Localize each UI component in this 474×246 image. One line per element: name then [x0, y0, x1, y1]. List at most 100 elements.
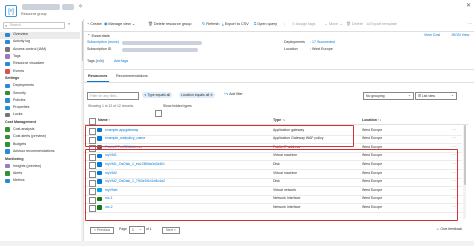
sidebar-item-cost-alerts-preview[interactable]: Cost alerts (preview) [0, 134, 80, 141]
sidebar-item-policies[interactable]: Policies [0, 98, 80, 105]
delete-resource-group-button[interactable]: 🗑 Delete resource group [148, 22, 191, 27]
advisor-icon [5, 149, 10, 154]
column-header-location[interactable]: Location ↑↓ [362, 118, 382, 123]
sidebar-item-label: Activity log [13, 39, 31, 44]
view-cost-link[interactable]: View Cost [424, 33, 440, 38]
grouping-dropdown[interactable]: No grouping ⌄ [363, 92, 414, 100]
budgets-icon [5, 142, 10, 147]
row-more-icon[interactable]: ··· [452, 136, 456, 140]
feedback-icon: ☺ [436, 227, 440, 231]
collapse-sidebar-icon[interactable]: « [68, 22, 70, 26]
manage-view-button[interactable]: ◉ Manage view ⌄ [104, 22, 135, 27]
refresh-button[interactable]: ↻ Refresh [202, 22, 220, 27]
sidebar-item-properties[interactable]: Properties [0, 105, 80, 112]
create-button[interactable]: + Create [87, 22, 102, 27]
delete-button[interactable]: 🗑 Delete [346, 22, 363, 27]
sidebar-item-label: Policies [13, 97, 26, 102]
deployments-value[interactable]: : 17 Succeeded [310, 40, 335, 45]
sidebar-item-overview[interactable]: Overview [0, 32, 80, 39]
essentials-toggle[interactable]: ⌃ Essentials [87, 34, 110, 38]
previous-button[interactable]: < Previous [90, 227, 115, 235]
divider-bar: | [284, 22, 285, 26]
visualizer-icon [5, 61, 10, 67]
sidebar-item-insights-preview[interactable]: Insights (preview) [0, 163, 80, 170]
refresh-icon: ↻ [202, 22, 206, 26]
select-all-checkbox[interactable] [89, 117, 96, 125]
close-icon[interactable]: ✕ [466, 3, 471, 9]
sidebar-item-label: Events [13, 68, 24, 73]
add-tags-link[interactable]: Add tags [114, 59, 128, 64]
sidebar-item-activity-log[interactable]: Activity log [0, 39, 80, 46]
type-filter-pill[interactable]: ⋎ Type equals all [142, 92, 172, 99]
sidebar-item-access-control-iam[interactable]: Access control (IAM) [0, 47, 80, 54]
sidebar-item-label: Cost analysis [13, 127, 35, 132]
cost-analysis-icon [5, 127, 10, 132]
page-selector[interactable]: 1 ⌄ [129, 226, 145, 234]
metrics-icon [5, 178, 10, 183]
resource-location: West Europe [362, 136, 383, 141]
pin-icon[interactable]: ✧ [78, 4, 83, 10]
chevron-down-icon: ⌄ [408, 93, 411, 97]
download-icon: ⤓ [222, 22, 224, 26]
give-feedback-link[interactable]: ☺ Give feedback [436, 227, 462, 231]
next-button[interactable]: Next > [162, 227, 180, 235]
policies-icon [5, 98, 10, 103]
open-query-button[interactable]: ⌗ Open query [254, 22, 277, 27]
tab-resources[interactable]: Resources [88, 74, 107, 79]
sidebar-item-resource-visualizer[interactable]: Resource visualizer [0, 61, 80, 68]
sidebar-item-deployments[interactable]: Deployments [0, 83, 80, 90]
subscription-name[interactable] [122, 41, 202, 45]
more-commands-icon[interactable]: ··· [468, 22, 472, 26]
sidebar-scrollbar[interactable] [81, 21, 83, 241]
sidebar-item-metrics[interactable]: Metrics [0, 178, 80, 185]
sidebar-section-header: Monitoring [5, 156, 24, 161]
export-csv-button[interactable]: ⤓ Export to CSV [222, 22, 249, 27]
row-more-icon[interactable]: ··· [452, 127, 456, 132]
location-label: Location [284, 47, 298, 51]
assign-tags-button[interactable]: ◇ Assign tags [292, 22, 315, 27]
view-dropdown[interactable]: ☰ List view ⌄ [415, 92, 457, 100]
bottom-scrollbar[interactable] [0, 241, 474, 246]
events-icon [5, 69, 10, 74]
location-filter-pill[interactable]: Location equals all ✕ [179, 92, 215, 99]
column-header-name[interactable]: Name ↑ [98, 118, 111, 123]
highlight-box-gateway-resources [85, 125, 354, 147]
add-filter-icon: +⋎ [224, 91, 229, 96]
tags-label: Tags (edit) [87, 59, 104, 63]
sidebar-item-label: Alerts [13, 170, 23, 175]
records-count: Showing 1 to 12 of 12 records. [88, 104, 134, 108]
sidebar-item-label: Deployments [13, 83, 34, 88]
json-view-link[interactable]: JSON View [451, 33, 469, 38]
column-header-type[interactable]: Type ↑↓ [273, 118, 286, 123]
sidebar-item-label: Metrics [13, 178, 25, 183]
sidebar-item-tags[interactable]: Tags [0, 54, 80, 61]
table-scrollbar[interactable] [463, 125, 466, 219]
deployments-label: Deployments [284, 40, 305, 44]
sidebar-item-cost-analysis[interactable]: Cost analysis [0, 127, 80, 134]
sidebar-item-label: Access control (IAM) [13, 46, 47, 51]
filter-input[interactable]: Filter for any field... [87, 92, 139, 100]
sidebar-item-advisor-recommendations[interactable]: Advisor recommendations [0, 149, 80, 156]
sidebar-item-budgets[interactable]: Budgets [0, 142, 80, 149]
export-template-button[interactable]: ⇲ Export template [366, 22, 397, 27]
iam-icon [5, 47, 10, 52]
sidebar-item-label: Security [13, 90, 26, 95]
sidebar-item-security[interactable]: Security [0, 90, 80, 97]
move-button[interactable]: → Move ⌄ [324, 22, 342, 27]
sidebar-item-locks[interactable]: Locks [0, 112, 80, 119]
add-filter-button[interactable]: +⋎ Add filter [224, 91, 243, 96]
subscription-id-label: Subscription ID [87, 47, 112, 51]
properties-icon [5, 105, 10, 110]
sidebar-item-label: Advisor recommendations [13, 148, 55, 153]
chevron-down-icon: ⌄ [451, 93, 454, 97]
sidebar-item-alerts[interactable]: Alerts [0, 171, 80, 178]
sidebar-search-input[interactable]: ⌕ Search [3, 22, 65, 29]
cost-alerts-icon [5, 134, 10, 140]
sidebar-item-events[interactable]: Events [0, 69, 80, 76]
chevron-down-icon: ⌃ [87, 33, 91, 38]
command-bar: + Create ◉ Manage view ⌄ 🗑 Delete resour… [84, 22, 474, 30]
security-icon [5, 90, 10, 96]
tab-recommendations[interactable]: Recommendations [116, 74, 148, 79]
resource-group-icon: [ᵒ] [5, 4, 17, 17]
subscription-label: Subscription (move) [87, 40, 119, 44]
